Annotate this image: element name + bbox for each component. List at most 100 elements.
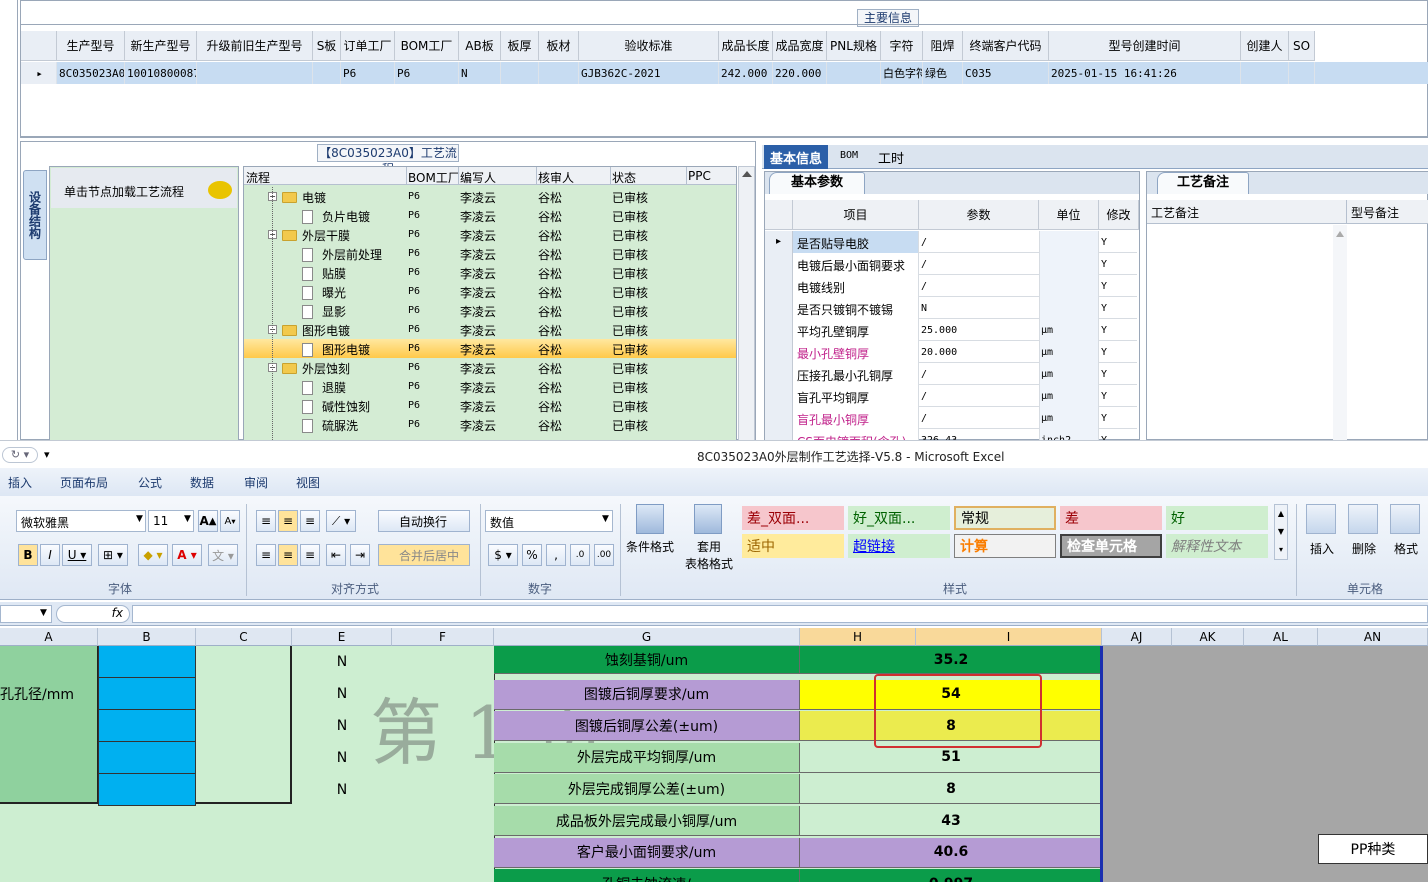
grid-cell[interactable]: GJB362C-2021 — [579, 62, 719, 84]
column-header[interactable]: BOM工厂 — [395, 31, 459, 61]
row-header[interactable] — [765, 319, 793, 341]
param-label-cell[interactable]: 孔铜去蚀流速/ — [494, 869, 800, 882]
column-header[interactable]: 板材 — [539, 31, 579, 61]
param-row[interactable]: 电镀线别 / Y — [765, 275, 1137, 297]
font-color-icon[interactable]: A ▾ — [172, 544, 202, 566]
column-header[interactable]: E — [292, 628, 392, 646]
fx-icon[interactable]: fx — [56, 605, 130, 623]
process-row[interactable]: − 外层蚀刻 P6 李凌云 谷松 已审核 — [244, 358, 736, 377]
number-format-select[interactable]: 数值 — [485, 510, 613, 532]
delete-cells-icon[interactable] — [1348, 504, 1378, 534]
cell-style-option[interactable]: 好 — [1166, 506, 1268, 530]
side-tab-structure[interactable]: 设备结构 — [23, 170, 47, 260]
italic-icon[interactable]: I — [40, 544, 60, 566]
grid-cell[interactable]: 220.000 — [773, 62, 827, 84]
param-label-cell[interactable]: 客户最小面铜要求/um — [494, 837, 800, 868]
process-row[interactable]: − 外层干膜 P6 李凌云 谷松 已审核 — [244, 225, 736, 244]
grid-cell[interactable]: N — [459, 62, 501, 84]
grid-cell[interactable] — [501, 62, 539, 84]
column-header[interactable]: 终端客户代码 — [963, 31, 1049, 61]
param-value-cell[interactable]: 8 — [800, 774, 1102, 805]
column-header[interactable]: B — [98, 628, 196, 646]
param-label-cell[interactable]: 外层完成平均铜厚/um — [494, 742, 800, 773]
cell-style-option[interactable]: 解释性文本 — [1166, 534, 1268, 558]
param-value-cell[interactable]: 0.997 — [800, 869, 1102, 882]
process-row[interactable]: 硫脲洗 P6 李凌云 谷松 已审核 — [244, 415, 736, 434]
column-header[interactable]: AN — [1318, 628, 1428, 646]
cell-style-option[interactable]: 超链接 — [848, 534, 950, 558]
grid-cell[interactable]: P6 — [341, 62, 395, 84]
params-column-header[interactable]: 参数 — [919, 200, 1039, 230]
process-column-header[interactable]: 编写人 — [460, 169, 496, 186]
format-cells-icon[interactable] — [1390, 504, 1420, 534]
cell-c[interactable] — [196, 646, 292, 804]
cell-b[interactable] — [98, 678, 196, 710]
column-header[interactable]: AK — [1172, 628, 1244, 646]
param-value[interactable]: 20.000 — [921, 347, 957, 358]
scroll-up-icon[interactable] — [1336, 231, 1344, 237]
table-format-button[interactable]: 套用 表格格式 — [680, 538, 738, 572]
cell-style-option[interactable]: 适中 — [742, 534, 844, 558]
param-row[interactable]: 电镀后最小面铜要求 / Y — [765, 253, 1137, 275]
cell-b[interactable] — [98, 646, 196, 678]
params-corner[interactable] — [765, 200, 793, 230]
column-header[interactable]: 成品宽度 — [773, 31, 827, 61]
param-value[interactable]: 25.000 — [921, 325, 957, 336]
param-value[interactable]: / — [921, 259, 927, 270]
grid-cell[interactable]: 10010800087218 — [125, 62, 197, 84]
chat-icon[interactable] — [208, 181, 232, 199]
process-column-header[interactable]: 核审人 — [538, 169, 574, 186]
row-header[interactable] — [765, 297, 793, 319]
column-header[interactable]: AB板 — [459, 31, 501, 61]
process-column-header[interactable]: BOM工厂 — [408, 169, 460, 186]
cell-style-option[interactable]: 计算 — [954, 534, 1056, 558]
cell-b[interactable] — [98, 774, 196, 806]
grid-cell[interactable]: P6 — [395, 62, 459, 84]
param-value-cell[interactable]: 40.6 — [800, 837, 1102, 868]
row-select-corner[interactable] — [21, 31, 57, 61]
menu-item[interactable]: 插入 — [8, 474, 32, 491]
comma-icon[interactable]: , — [546, 544, 566, 566]
align-bottom-icon[interactable]: ≡ — [300, 510, 320, 532]
column-header[interactable]: SO — [1289, 31, 1315, 61]
process-column-header[interactable]: 流程 — [246, 169, 270, 186]
column-header[interactable]: AJ — [1102, 628, 1172, 646]
column-header[interactable]: 创建人 — [1241, 31, 1289, 61]
tab-basic-info[interactable]: 基本信息 — [764, 145, 828, 169]
grid-cell[interactable] — [539, 62, 579, 84]
param-value[interactable]: / — [921, 237, 927, 248]
param-value[interactable]: / — [921, 281, 927, 292]
param-value-cell[interactable]: 35.2 — [800, 646, 1102, 674]
column-header[interactable]: 生产型号 — [57, 31, 125, 61]
font-name-select[interactable]: 微软雅黑 — [16, 510, 146, 532]
cell-style-option[interactable]: 常规 — [954, 506, 1056, 530]
column-header[interactable]: H — [800, 628, 916, 646]
param-row[interactable]: 盲孔平均铜厚 / μm Y — [765, 385, 1137, 407]
row-header[interactable] — [765, 363, 793, 385]
column-header[interactable]: 订单工厂 — [341, 31, 395, 61]
param-row[interactable]: 盲孔最小铜厚 / μm Y — [765, 407, 1137, 429]
column-header[interactable]: S板 — [313, 31, 341, 61]
insert-button[interactable]: 插入 — [1302, 540, 1342, 557]
increase-indent-icon[interactable]: ⇥ — [350, 544, 370, 566]
process-row[interactable]: 显影 P6 李凌云 谷松 已审核 — [244, 301, 736, 320]
cell-style-option[interactable]: 差_双面... — [742, 506, 844, 530]
format-button[interactable]: 格式 — [1386, 540, 1426, 557]
insert-cells-icon[interactable] — [1306, 504, 1336, 534]
process-row[interactable]: 外层前处理 P6 李凌云 谷松 已审核 — [244, 244, 736, 263]
table-format-icon[interactable] — [694, 504, 722, 534]
quick-access-dropdown-icon[interactable]: ▾ — [44, 448, 50, 461]
column-header[interactable]: A — [0, 628, 98, 646]
align-center-icon[interactable]: ≡ — [278, 544, 298, 566]
param-label-cell[interactable]: 蚀刻基铜/um — [494, 646, 800, 674]
column-header[interactable]: 型号创建时间 — [1049, 31, 1241, 61]
process-row[interactable]: 曝光 P6 李凌云 谷松 已审核 — [244, 282, 736, 301]
grid-cell[interactable] — [827, 62, 881, 84]
process-row[interactable]: 负片电镀 P6 李凌云 谷松 已审核 — [244, 206, 736, 225]
param-row[interactable]: 最小孔壁铜厚 20.000 μm Y — [765, 341, 1137, 363]
decrease-decimal-icon[interactable]: .00 — [594, 544, 614, 566]
decrease-indent-icon[interactable]: ⇤ — [326, 544, 346, 566]
grid-cell[interactable]: 8C035023A0 — [57, 62, 125, 84]
row-indicator-icon[interactable]: ▸ — [21, 62, 57, 84]
bold-icon[interactable]: B — [18, 544, 38, 566]
